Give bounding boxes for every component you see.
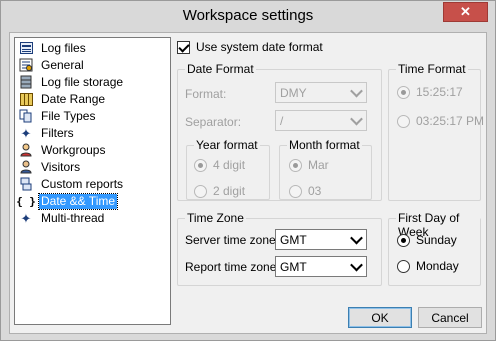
year-4-digit-radio[interactable]: 4 digit <box>194 158 245 172</box>
chevron-down-icon <box>349 258 364 275</box>
file-types-icon <box>18 108 34 124</box>
monday-radio[interactable]: Monday <box>397 259 459 273</box>
nav-item-date-time[interactable]: { } Date && Time <box>16 192 119 210</box>
date-format-title: Date Format <box>185 62 256 76</box>
chevron-down-icon <box>349 231 364 248</box>
radio-selected-icon <box>289 158 302 172</box>
radio-selected-icon <box>397 85 410 99</box>
nav-item-log-files[interactable]: Log files <box>18 40 88 56</box>
nav-item-multi-thread[interactable]: ✦ Multi-thread <box>18 210 106 226</box>
close-button[interactable]: ✕ <box>443 2 488 22</box>
radio-icon <box>289 184 302 198</box>
time-zone-title: Time Zone <box>185 211 246 225</box>
braces-icon: { } <box>16 194 36 208</box>
visitors-icon <box>18 159 34 175</box>
radio-selected-icon <box>194 158 207 172</box>
separator-label: Separator: <box>185 115 242 129</box>
date-format-group: Date Format Format: DMY Separator: / Yea… <box>177 62 382 201</box>
use-system-date-format-checkbox[interactable]: Use system date format <box>177 40 323 54</box>
nav-item-custom-reports[interactable]: Custom reports <box>18 176 125 192</box>
filters-icon: ✦ <box>20 125 32 141</box>
dialog-client-area: Log files General Log file storage Date … <box>9 32 487 334</box>
time-format-title: Time Format <box>396 62 468 76</box>
radio-icon <box>194 184 207 198</box>
server-time-zone-select[interactable]: GMT <box>275 229 367 250</box>
radio-icon <box>397 259 410 273</box>
first-day-of-week-group: First Day of Week Sunday Monday <box>388 211 481 286</box>
format-label: Format: <box>185 87 227 101</box>
ok-button[interactable]: OK <box>348 307 412 328</box>
radio-icon <box>397 114 410 128</box>
time-zone-group: Time Zone Server time zone: GMT Report t… <box>177 211 382 286</box>
calendar-icon <box>18 91 34 107</box>
workgroups-icon <box>18 142 34 158</box>
nav-item-visitors[interactable]: Visitors <box>18 159 82 175</box>
chevron-down-icon <box>349 112 364 129</box>
month-format-title: Month format <box>287 138 362 152</box>
month-03-radio[interactable]: 03 <box>289 184 321 198</box>
custom-reports-icon <box>18 176 34 192</box>
multi-thread-icon: ✦ <box>20 210 32 226</box>
nav-item-log-file-storage[interactable]: Log file storage <box>18 74 125 90</box>
general-icon <box>18 57 34 73</box>
log-files-icon <box>18 40 34 56</box>
settings-window: Workspace settings ✕ Log files General L… <box>0 0 496 341</box>
window-title: Workspace settings <box>182 7 314 24</box>
time-24h-radio[interactable]: 15:25:17 <box>397 85 463 99</box>
sunday-radio[interactable]: Sunday <box>397 233 457 247</box>
nav-item-filters[interactable]: ✦ Filters <box>18 125 76 141</box>
chevron-down-icon <box>349 84 364 101</box>
nav-item-workgroups[interactable]: Workgroups <box>18 142 107 158</box>
server-time-zone-label: Server time zone: <box>185 233 280 247</box>
cancel-button[interactable]: Cancel <box>418 307 482 328</box>
year-format-group: Year format 4 digit 2 digit <box>186 138 270 200</box>
nav-item-general[interactable]: General <box>18 57 86 73</box>
time-format-group: Time Format 15:25:17 03:25:17 PM <box>388 62 484 201</box>
nav-item-date-range[interactable]: Date Range <box>18 91 107 107</box>
radio-selected-icon <box>397 233 410 247</box>
report-time-zone-select[interactable]: GMT <box>275 256 367 277</box>
month-mar-radio[interactable]: Mar <box>289 158 329 172</box>
year-2-digit-radio[interactable]: 2 digit <box>194 184 245 198</box>
title-bar[interactable]: Workspace settings ✕ <box>1 1 495 32</box>
checkbox-checked-icon <box>177 40 190 54</box>
separator-select[interactable]: / <box>275 110 367 131</box>
month-format-group: Month format Mar 03 <box>279 138 372 200</box>
report-time-zone-label: Report time zone: <box>185 260 280 274</box>
storage-icon <box>18 74 34 90</box>
nav-item-file-types[interactable]: File Types <box>18 108 97 124</box>
time-12h-radio[interactable]: 03:25:17 PM <box>397 114 484 128</box>
settings-nav-tree: Log files General Log file storage Date … <box>14 37 171 325</box>
format-select[interactable]: DMY <box>275 82 367 103</box>
close-icon: ✕ <box>460 4 471 19</box>
year-format-title: Year format <box>194 138 260 152</box>
